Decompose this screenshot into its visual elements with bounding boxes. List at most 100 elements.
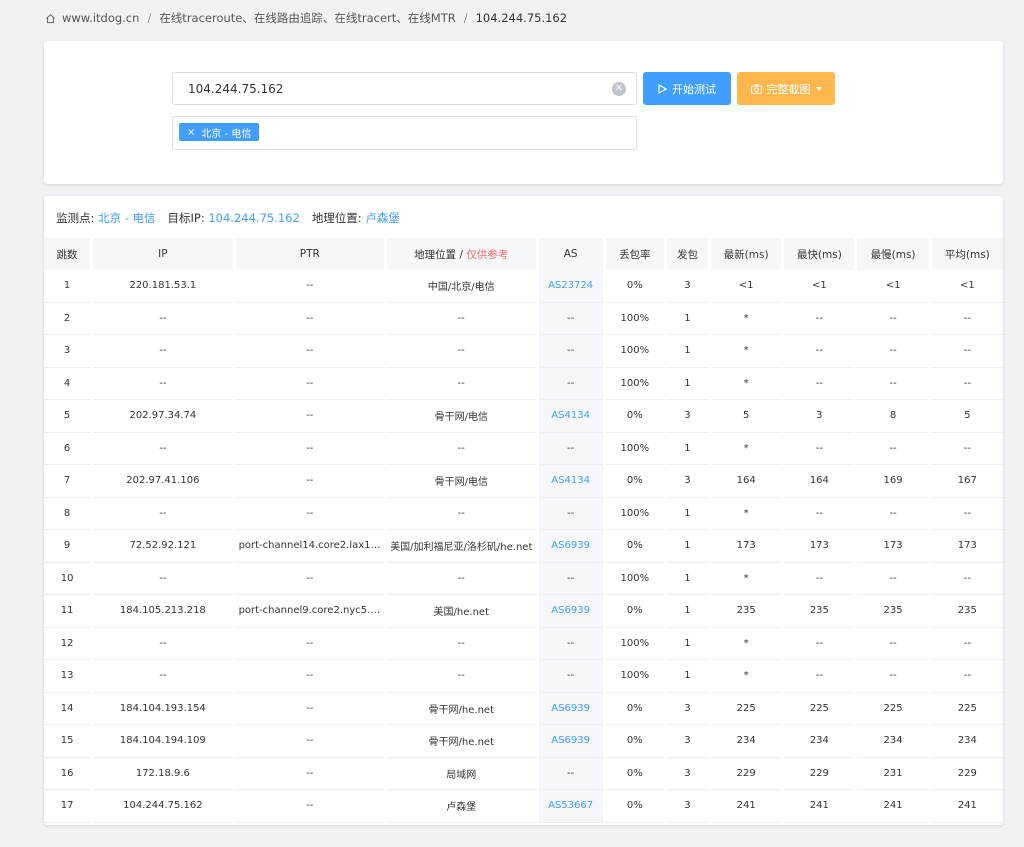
header-hop: 跳数 bbox=[44, 238, 91, 270]
as-link[interactable]: AS6939 bbox=[551, 703, 590, 714]
cell-ptr: -- bbox=[235, 790, 385, 823]
cell-last: * bbox=[711, 660, 782, 693]
cell-avg: <1 bbox=[931, 270, 1003, 303]
cell-last: * bbox=[711, 368, 782, 400]
header-ip: IP bbox=[93, 238, 233, 270]
cell-geo: -- bbox=[387, 433, 536, 465]
screenshot-button[interactable]: 完整截图 bbox=[737, 72, 835, 105]
cell-as: -- bbox=[538, 335, 603, 368]
cell-sent: 1 bbox=[666, 498, 709, 530]
cell-avg: 5 bbox=[931, 400, 1003, 433]
geo-info: 地理位置: 卢森堡 bbox=[312, 210, 400, 226]
as-link[interactable]: AS53667 bbox=[548, 800, 593, 811]
cell-sent: 1 bbox=[666, 303, 709, 335]
target-value: 104.244.75.162 bbox=[208, 211, 300, 225]
cell-as: AS6939 bbox=[538, 692, 603, 725]
monitor-tags-box[interactable]: × 北京 - 电信 bbox=[172, 116, 637, 150]
cell-worst: -- bbox=[857, 335, 929, 368]
cell-ip: 172.18.9.6 bbox=[93, 758, 233, 790]
geo-value: 卢森堡 bbox=[365, 211, 400, 225]
cell-worst: 231 bbox=[857, 758, 929, 790]
cell-best: -- bbox=[784, 628, 855, 660]
cell-as: AS6939 bbox=[538, 595, 603, 628]
cell-hop: 16 bbox=[44, 758, 91, 790]
cell-loss: 0% bbox=[605, 758, 664, 790]
cell-ptr: -- bbox=[235, 725, 385, 758]
cell-ptr: -- bbox=[235, 303, 385, 335]
cell-avg: -- bbox=[931, 368, 1003, 400]
cell-best: -- bbox=[784, 368, 855, 400]
cell-ip: -- bbox=[93, 368, 233, 400]
table-row: 15 184.104.194.109 -- 骨干网/he.net AS6939 0% 3 23… bbox=[44, 725, 1003, 758]
table-header-row: 跳数 IP PTR 地理位置 / 仅供参考 AS 丢包率 发包 最新(ms) 最… bbox=[44, 238, 1003, 270]
results-card: 监测点: 北京 - 电信 目标IP: 104.244.75.162 地理位置: … bbox=[44, 196, 1003, 825]
cell-as: -- bbox=[538, 302, 603, 335]
cell-geo: -- bbox=[387, 335, 536, 368]
camera-icon bbox=[750, 83, 762, 94]
start-test-button[interactable]: 开始测试 bbox=[643, 72, 731, 105]
breadcrumb-section-link[interactable]: 在线traceroute、在线路由追踪、在线tracert、在线MTR bbox=[159, 10, 455, 26]
monitor-tag: × 北京 - 电信 bbox=[179, 123, 260, 141]
cell-ip: -- bbox=[93, 303, 233, 335]
clear-icon[interactable]: ✕ bbox=[612, 82, 626, 96]
start-test-label: 开始测试 bbox=[672, 82, 716, 96]
breadcrumb: www.itdog.cn / 在线traceroute、在线路由追踪、在线tra… bbox=[45, 10, 567, 26]
cell-ptr: port-channel14.core2.lax1.he... bbox=[235, 530, 385, 563]
breadcrumb-home-link[interactable]: www.itdog.cn bbox=[62, 11, 139, 25]
cell-avg: -- bbox=[931, 303, 1003, 335]
cell-last: 225 bbox=[711, 693, 782, 725]
table-row: 2 -- -- -- -- 100% 1 * -- -- -- bbox=[44, 302, 1003, 335]
cell-sent: 3 bbox=[666, 790, 709, 823]
search-input[interactable] bbox=[173, 73, 636, 104]
cell-sent: 3 bbox=[666, 693, 709, 725]
cell-ptr: -- bbox=[235, 660, 385, 693]
cell-hop: 1 bbox=[44, 270, 91, 303]
table-row: 10 -- -- -- -- 100% 1 * -- -- -- bbox=[44, 562, 1003, 595]
cell-sent: 3 bbox=[666, 400, 709, 433]
cell-geo: -- bbox=[387, 660, 536, 693]
result-meta: 监测点: 北京 - 电信 目标IP: 104.244.75.162 地理位置: … bbox=[56, 210, 400, 226]
cell-worst: -- bbox=[857, 498, 929, 530]
cell-loss: 100% bbox=[605, 303, 664, 335]
as-link[interactable]: AS23724 bbox=[548, 280, 593, 291]
as-link[interactable]: AS6939 bbox=[551, 735, 590, 746]
as-link[interactable]: AS4134 bbox=[551, 475, 590, 486]
cell-worst: 169 bbox=[857, 465, 929, 498]
cell-geo: 中国/北京/电信 bbox=[387, 270, 536, 303]
cell-geo: -- bbox=[387, 563, 536, 595]
cell-last: * bbox=[711, 433, 782, 465]
cell-loss: 100% bbox=[605, 368, 664, 400]
cell-ip: -- bbox=[93, 628, 233, 660]
table-row: 16 172.18.9.6 -- 局域网 -- 0% 3 229 229 231 229 bbox=[44, 757, 1003, 790]
cell-as: -- bbox=[538, 432, 603, 465]
cell-ip: 104.244.75.162 bbox=[93, 790, 233, 823]
as-link[interactable]: AS4134 bbox=[551, 410, 590, 421]
as-link[interactable]: AS6939 bbox=[551, 540, 590, 551]
target-label: 目标IP: bbox=[167, 211, 205, 225]
cell-geo: 美国/加利福尼亚/洛杉矶/he.net bbox=[387, 530, 536, 563]
cell-hop: 8 bbox=[44, 498, 91, 530]
cell-as: AS6939 bbox=[538, 530, 603, 563]
home-icon bbox=[46, 13, 55, 23]
breadcrumb-separator: / bbox=[463, 11, 468, 25]
table-row: 3 -- -- -- -- 100% 1 * -- -- -- bbox=[44, 335, 1003, 368]
tag-close-icon[interactable]: × bbox=[187, 127, 195, 138]
cell-loss: 0% bbox=[605, 595, 664, 628]
cell-best: 3 bbox=[784, 400, 855, 433]
cell-as: -- bbox=[538, 367, 603, 400]
cell-ip: -- bbox=[93, 335, 233, 368]
monitor-value: 北京 - 电信 bbox=[98, 211, 156, 225]
as-link[interactable]: AS6939 bbox=[551, 605, 590, 616]
cell-sent: 3 bbox=[666, 465, 709, 498]
cell-as: AS4134 bbox=[538, 400, 603, 433]
monitor-label: 监测点: bbox=[56, 211, 95, 225]
table-row: 5 202.97.34.74 -- 骨干网/电信 AS4134 0% 3 5 3 8 5 bbox=[44, 400, 1003, 433]
cell-avg: -- bbox=[931, 498, 1003, 530]
cell-sent: 1 bbox=[666, 660, 709, 693]
cell-loss: 0% bbox=[605, 465, 664, 498]
cell-loss: 100% bbox=[605, 498, 664, 530]
cell-worst: -- bbox=[857, 368, 929, 400]
header-loss: 丢包率 bbox=[605, 238, 664, 270]
screenshot-label: 完整截图 bbox=[766, 82, 811, 96]
cell-as: -- bbox=[538, 562, 603, 595]
